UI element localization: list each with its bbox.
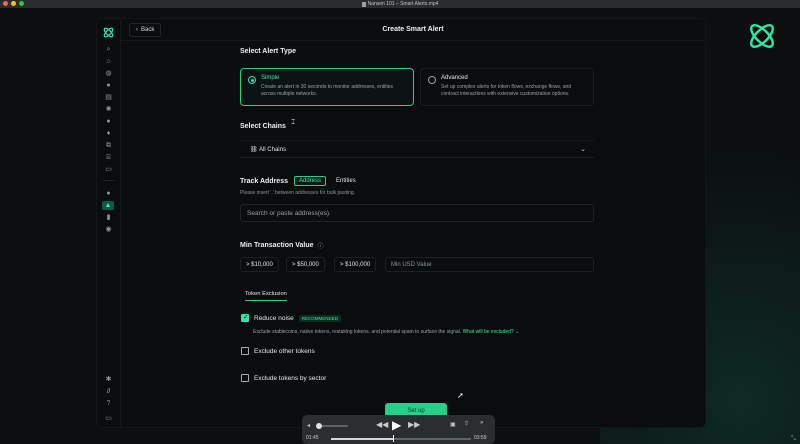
chain-icon: ⛓ [250,147,258,153]
progress-bar[interactable] [331,438,471,440]
volume-knob[interactable] [316,423,323,429]
nansen-logo-icon [750,24,774,48]
home-icon[interactable]: ⌂ [104,57,113,66]
reduce-noise-checkbox[interactable] [241,313,249,322]
min-tx-heading: Min Transaction Value [240,242,314,249]
alert-type-advanced-card[interactable]: Advanced Set up complex alerts for token… [420,68,594,106]
help-icon[interactable]: ? [104,399,113,408]
advanced-title: Advanced [441,75,468,81]
what-excluded-link[interactable]: What will be excluded? ⌄ [463,329,520,335]
volume-icon[interactable]: ◂ [307,422,310,429]
bank-icon[interactable]: ⌸ [104,153,113,162]
simple-desc-line-2: across multiple networks. [261,91,318,97]
page-title: Create Smart Alert [382,26,444,33]
advanced-desc-line-2: contract interactions with extensive cus… [441,91,570,97]
min-usd-input[interactable]: Min USD Value [385,257,594,272]
radio-simple[interactable] [248,76,256,84]
remaining-time: 03:59 [474,435,487,441]
exclude-other-row[interactable]: Exclude other tokens [241,347,315,355]
chain-select-value: All Chains [258,147,286,153]
minimize-window-button[interactable] [11,1,16,6]
share-icon[interactable]: ⇧ [464,420,469,427]
min-tx-row: Min Transaction Value ⓘ [240,241,324,250]
playhead[interactable] [392,435,394,442]
tab-token-exclusion[interactable]: Token Exclusion [245,291,287,301]
what-excluded-link-text: What will be excluded? [462,329,514,335]
zoom-window-button[interactable] [19,1,24,6]
collapse-sidebar-icon[interactable]: ▭ [104,414,113,423]
elapsed-time: 01:45 [306,435,319,441]
link-icon[interactable]: ∂ [104,387,113,396]
exclude-other-checkbox[interactable] [241,347,249,355]
copy-icon[interactable]: ⧉ [104,141,113,150]
simple-description: Create an alert in 30 seconds to monitor… [261,84,405,98]
settings-icon[interactable]: ✱ [104,375,113,384]
exclude-sector-row[interactable]: Exclude tokens by sector [241,374,326,382]
sidebar-rail: ⌕ ⌂ ◍ ● ▤ ✺ ● ♦ ⧉ ⌸ ▭ ● ▲ ▮ ◉ ✱ ∂ ? ▭ [97,19,121,427]
alert-type-simple-card[interactable]: Simple Create an alert in 30 seconds to … [240,68,414,106]
window-title: Nansen 101 – Smart Alerts.mp4 [361,1,439,7]
toggle-entities[interactable]: Entities [332,177,360,185]
track-address-row: Track Address Address Entities [240,176,360,186]
app-window: ⌕ ⌂ ◍ ● ▤ ✺ ● ♦ ⧉ ⌸ ▭ ● ▲ ▮ ◉ ✱ ∂ ? ▭ ‹ … [96,18,706,428]
address-search-input[interactable]: Search or paste address(es). [240,204,594,222]
toggle-address[interactable]: Address [294,176,327,186]
top-bar: ‹ Back Create Smart Alert [121,19,705,41]
exclude-sector-label: Exclude tokens by sector [254,374,327,382]
fast-forward-icon[interactable]: ▶▶ [408,420,420,429]
chevron-down-icon: ⌄ [580,146,586,153]
advanced-description: Set up complex alerts for token flows, e… [441,84,585,98]
simple-desc-line-1: Create an alert in 30 seconds to monitor… [261,84,394,90]
preset-10k-button[interactable]: > $10,000 [240,257,279,272]
play-icon[interactable]: ▶ [392,418,401,432]
radio-advanced[interactable] [428,76,436,84]
preset-100k-button[interactable]: > $100,000 [334,257,377,272]
window-title-text: Nansen 101 – Smart Alerts.mp4 [367,1,439,7]
reduce-noise-label: Reduce noise [254,314,294,322]
traffic-lights[interactable] [3,1,24,6]
pointer-cursor-icon: ➚ [457,391,464,400]
exclude-sector-checkbox[interactable] [241,374,249,382]
search-icon[interactable]: ⌕ [104,45,113,54]
drop-icon[interactable]: ♦ [104,129,113,138]
video-file-icon [361,1,366,7]
recommended-badge: RECOMMENDED [298,314,342,322]
fullscreen-icon[interactable]: ⤡ [791,436,796,443]
nansen-logo-icon[interactable] [102,26,115,39]
document-icon[interactable]: ▭ [104,165,113,174]
table-icon[interactable]: ▤ [104,93,113,102]
more-icon[interactable]: » [480,420,483,426]
clipboard-icon[interactable]: ▮ [104,213,113,222]
advanced-desc-line-1: Set up complex alerts for token flows, e… [441,84,572,90]
exclude-other-label: Exclude other tokens [254,347,315,355]
track-heading: Track Address [240,177,288,185]
close-window-button[interactable] [3,1,8,6]
info-icon[interactable]: ⓘ [318,241,324,250]
eye-icon[interactable]: ◉ [104,225,113,234]
coin-stack-icon[interactable]: ● [104,189,113,198]
reduce-noise-row[interactable]: Reduce noise RECOMMENDED [241,313,342,322]
alert-type-heading: Select Alert Type [240,48,297,55]
progress-fill [331,438,393,440]
globe-icon[interactable]: ◍ [104,69,113,78]
eyes-icon[interactable]: ● [104,81,113,90]
window-titlebar: Nansen 101 – Smart Alerts.mp4 [0,0,800,8]
preset-50k-button[interactable]: > $50,000 [286,257,325,272]
rewind-icon[interactable]: ◀◀ [376,420,388,429]
track-hint: Please insert ',' between addresses for … [240,190,356,196]
bell-icon[interactable]: ▲ [102,201,114,210]
reduce-noise-description: Exclude stablecoins, native tokens, rest… [253,329,519,335]
rail-divider [103,180,115,181]
text-cursor-icon: ⌶ [291,119,296,126]
simple-title: Simple [261,75,280,81]
coin-icon[interactable]: ● [104,117,113,126]
chain-select[interactable]: ⛓ All Chains ⌄ [240,140,594,158]
reduce-noise-desc-text: Exclude stablecoins, native tokens, rest… [253,329,462,335]
video-player-controls: ◂ ◀◀ ▶ ▶▶ ▣ ⇧ » 01:45 03:59 [302,415,495,444]
pip-icon[interactable]: ▣ [450,421,456,428]
gear-wheel-icon[interactable]: ✺ [104,105,113,114]
chains-heading: Select Chains [240,123,286,130]
